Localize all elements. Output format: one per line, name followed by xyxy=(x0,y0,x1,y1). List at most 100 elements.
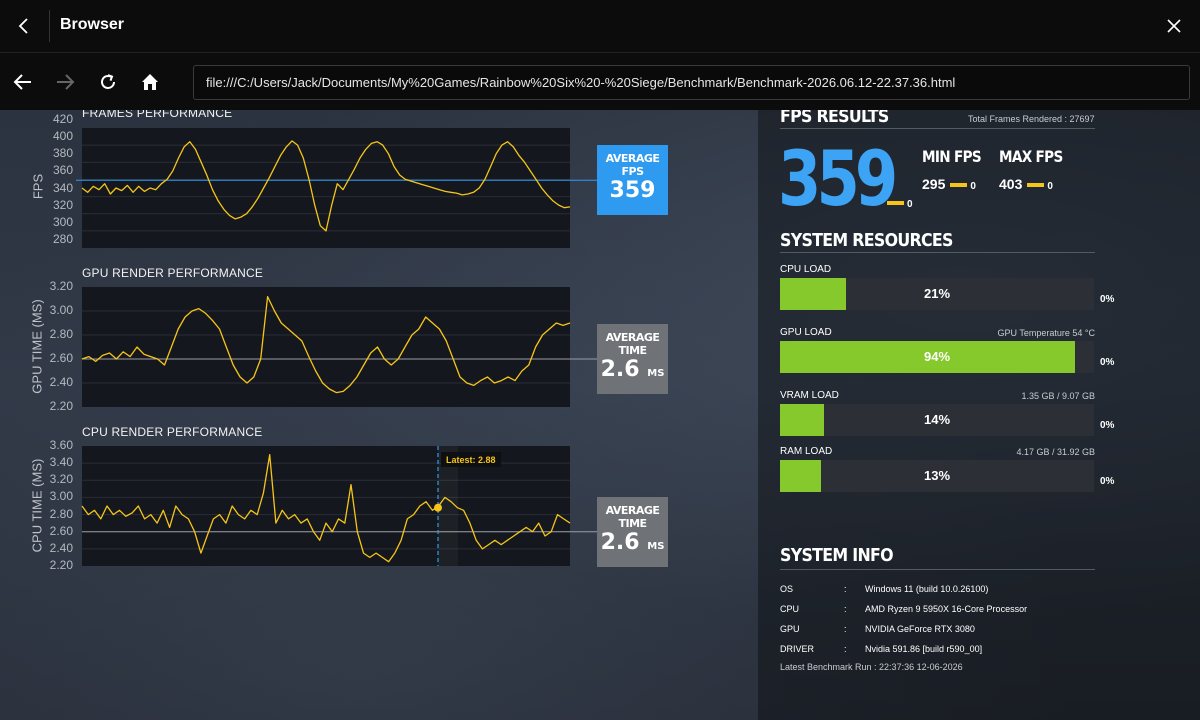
system-info-row: DRIVER: Nvidia 591.86 [build r590_00] xyxy=(780,644,1100,656)
frames-chart-title: FRAMES PERFORMANCE xyxy=(82,110,233,120)
frames-y-tick: 320 xyxy=(52,197,73,212)
gpu-y-tick: 2.60 xyxy=(49,351,73,365)
browser-title-bar: Browser xyxy=(0,0,1200,53)
resource-percent: 94% xyxy=(923,349,951,364)
system-info-colon: : xyxy=(844,624,847,634)
system-info-key: OS xyxy=(780,584,794,594)
min-fps-zero: 0 xyxy=(970,181,976,192)
average-cpu-time-value: 2.6 MS xyxy=(597,530,668,560)
resource-zero: 0% xyxy=(1100,357,1115,368)
fps-average-yellow-bar xyxy=(887,201,904,206)
min-fps-value: 295 xyxy=(922,176,946,192)
frames-y-tick: 380 xyxy=(52,146,73,161)
gpu-y-tick: 3.00 xyxy=(49,303,73,317)
system-info-key: GPU xyxy=(780,624,800,634)
system-info-value: Nvidia 591.86 [build r590_00] xyxy=(865,644,983,654)
average-cpu-time-unit: MS xyxy=(647,541,665,552)
average-cpu-time-label: AVERAGE TIME xyxy=(605,504,660,530)
benchmark-page: FRAMES PERFORMANCE FPS 420 400 380 360 340 32… xyxy=(0,110,1200,720)
gpu-y-tick: 2.80 xyxy=(49,327,73,341)
cpu-y-tick: 3.00 xyxy=(49,489,73,504)
reload-icon xyxy=(101,74,115,89)
average-gpu-time-value: 2.6 MS xyxy=(597,357,668,387)
resource-note: 4.17 GB / 31.92 GB xyxy=(1016,447,1095,457)
system-info-title: SYSTEM INFO xyxy=(780,545,894,566)
frames-y-tick: 400 xyxy=(52,129,73,144)
max-fps-title: MAX FPS xyxy=(999,147,1063,166)
average-fps-box: AVERAGE FPS 359 xyxy=(597,145,668,215)
min-fps-yellow-bar xyxy=(950,183,968,188)
home-button[interactable] xyxy=(135,67,165,97)
resource-percent: 14% xyxy=(923,412,951,427)
address-bar[interactable]: file:///C:/Users/Jack/Documents/My%20Gam… xyxy=(193,65,1190,100)
resource-bar: 21% xyxy=(780,278,1094,310)
resource-label: CPU LOAD xyxy=(780,264,832,275)
cpu-series-line xyxy=(81,453,571,563)
fps-average-indicator: 0 xyxy=(882,194,913,210)
resource-percent: 21% xyxy=(923,286,951,301)
max-fps-zero: 0 xyxy=(1047,181,1053,192)
frames-y-tick: 340 xyxy=(52,180,73,195)
gpu-chart-title: GPU RENDER PERFORMANCE xyxy=(82,266,264,280)
cpu-y-tick: 2.20 xyxy=(49,558,73,572)
resource-label: VRAM LOAD xyxy=(780,390,839,401)
system-resources-divider xyxy=(780,252,1095,253)
resource-zero: 0% xyxy=(1100,420,1115,431)
cpu-chart-title: CPU RENDER PERFORMANCE xyxy=(82,425,263,439)
system-info-value: Windows 11 (build 10.0.26100) xyxy=(865,584,989,594)
system-info-value: NVIDIA GeForce RTX 3080 xyxy=(865,624,975,634)
cpu-tooltip-text: Latest: 2.88 xyxy=(446,455,496,465)
system-info-key: CPU xyxy=(780,604,800,614)
cpu-y-tick: 3.60 xyxy=(49,438,73,452)
max-fps-row: 403 0 xyxy=(999,176,1053,192)
home-icon xyxy=(142,74,158,90)
average-fps-label: AVERAGE FPS xyxy=(605,152,660,178)
gpu-line-chart xyxy=(81,295,598,394)
system-info-row: OS: Windows 11 (build 10.0.26100) xyxy=(780,584,1100,596)
system-info-value: AMD Ryzen 9 5950X 16-Core Processor xyxy=(865,604,1028,614)
gpu-y-tick: 2.40 xyxy=(49,375,73,389)
forward-button[interactable] xyxy=(50,67,80,97)
arrow-right-icon xyxy=(57,74,75,90)
cpu-y-tick: 2.40 xyxy=(49,540,73,555)
cpu-plot: Latest: 2.88 xyxy=(81,446,598,566)
frames-y-tick: 280 xyxy=(52,232,73,246)
cpu-y-tick: 2.60 xyxy=(49,523,73,538)
average-cpu-time-number: 2.6 xyxy=(600,530,640,555)
frames-plot xyxy=(76,128,598,248)
fps-results-divider xyxy=(780,128,1095,129)
average-gpu-time-label: AVERAGE TIME xyxy=(605,331,660,357)
chevron-left-icon xyxy=(18,18,28,34)
title-back-button[interactable] xyxy=(10,12,38,40)
resource-percent: 13% xyxy=(923,468,951,483)
close-icon xyxy=(1167,19,1181,33)
back-button[interactable] xyxy=(8,67,38,97)
fps-average-zero: 0 xyxy=(907,199,913,210)
average-gpu-time-number: 2.6 xyxy=(600,357,640,382)
close-button[interactable] xyxy=(1162,14,1186,38)
system-info-row: GPU: NVIDIA GeForce RTX 3080 xyxy=(780,624,1100,636)
gpu-plot xyxy=(81,287,598,407)
average-cpu-time-box: AVERAGE TIME 2.6 MS xyxy=(597,497,668,567)
frames-y-tick: 360 xyxy=(52,163,73,178)
max-fps-yellow-bar xyxy=(1027,183,1045,188)
resource-note: GPU Temperature 54 °C xyxy=(997,328,1095,338)
frames-line-chart xyxy=(76,140,598,232)
system-info-colon: : xyxy=(844,604,847,614)
title-separator xyxy=(49,10,50,42)
cpu-y-tick: 3.40 xyxy=(49,455,73,470)
cpu-y-tick: 3.20 xyxy=(49,472,73,487)
reload-button[interactable] xyxy=(93,67,123,97)
resource-note: 1.35 GB / 9.07 GB xyxy=(1021,391,1095,401)
average-gpu-time-box: AVERAGE TIME 2.6 MS xyxy=(597,324,668,394)
gpu-y-tick: 2.20 xyxy=(49,399,73,413)
cpu-line-chart[interactable]: Latest: 2.88 xyxy=(81,446,598,566)
system-resources-title: SYSTEM RESOURCES xyxy=(780,230,953,251)
frames-series-line xyxy=(81,140,571,232)
system-info-colon: : xyxy=(844,644,847,654)
cpu-latest-point xyxy=(434,503,442,512)
resource-zero: 0% xyxy=(1100,476,1115,487)
gpu-y-tick: 3.20 xyxy=(49,279,73,293)
min-fps-row: 295 0 xyxy=(922,176,976,192)
resource-zero: 0% xyxy=(1100,294,1115,305)
